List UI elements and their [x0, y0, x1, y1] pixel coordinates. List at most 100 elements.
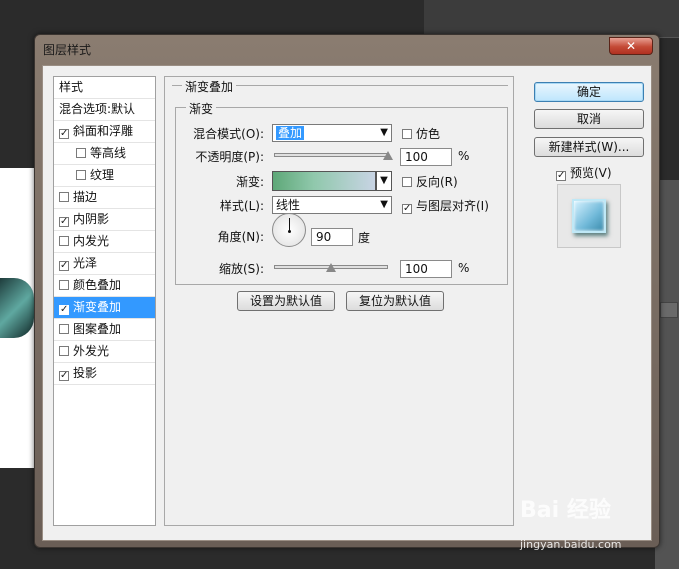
dither-label: 仿色 [416, 127, 441, 141]
checkbox-icon[interactable]: ✓ [59, 217, 69, 227]
dialog-titlebar[interactable]: 图层样式 ✕ [35, 35, 659, 63]
style-list-item[interactable]: 样式 [54, 77, 155, 99]
align-label: 与图层对齐(I) [416, 199, 489, 213]
opacity-label: 不透明度(P): [195, 150, 264, 164]
gradient-picker-button[interactable]: ▼ [376, 171, 392, 191]
angle-unit: 度 [358, 231, 371, 245]
app-toolbar-strip [424, 0, 679, 38]
style-list-item[interactable]: ✓ 斜面和浮雕 [54, 121, 155, 143]
make-default-button[interactable]: 设置为默认值 [237, 291, 335, 311]
blend-mode-select[interactable]: 叠加 ▼ [272, 124, 392, 142]
panel-scroll-button[interactable] [660, 302, 678, 318]
ok-button[interactable]: 确定 [534, 82, 644, 102]
checkbox-icon: ✓ [556, 170, 566, 181]
close-icon: ✕ [625, 39, 637, 53]
blend-mode-value: 叠加 [276, 126, 305, 140]
section-title: 渐变叠加 [182, 78, 237, 95]
style-list-item[interactable]: ✓ 光泽 [54, 253, 155, 275]
checkbox-icon [402, 129, 412, 139]
cancel-button[interactable]: 取消 [534, 109, 644, 129]
reset-default-button[interactable]: 复位为默认值 [346, 291, 444, 311]
style-list-item-label: 描边 [73, 190, 98, 204]
style-list-item-label: 光泽 [73, 256, 98, 270]
angle-label: 角度(N): [217, 230, 264, 244]
group-title: 渐变 [186, 100, 217, 117]
checkbox-icon: ✓ [402, 203, 412, 214]
style-list-item[interactable]: 纹理 [54, 165, 155, 187]
scale-input[interactable]: 100 [400, 260, 452, 278]
style-list-item-label: 纹理 [90, 168, 115, 182]
style-select[interactable]: 线性 ▼ [272, 196, 392, 214]
checkbox-icon[interactable]: ✓ [59, 261, 69, 271]
style-list-item-label: 颜色叠加 [73, 278, 122, 292]
style-list-item-label: 渐变叠加 [73, 300, 122, 314]
preview-label: 预览(V) [570, 166, 612, 180]
style-list-item[interactable]: 等高线 [54, 143, 155, 165]
style-list-item-label: 等高线 [90, 146, 127, 160]
new-style-button[interactable]: 新建样式(W)... [534, 137, 644, 157]
checkbox-icon[interactable] [76, 170, 86, 180]
checkbox-icon[interactable] [59, 280, 69, 290]
opacity-slider-thumb[interactable] [383, 151, 393, 160]
checkbox-icon[interactable]: ✓ [59, 305, 69, 315]
angle-dial[interactable] [272, 213, 306, 247]
style-preview [557, 184, 621, 248]
gradient-swatch[interactable] [272, 171, 376, 191]
checkbox-icon[interactable] [59, 324, 69, 334]
reverse-label: 反向(R) [416, 175, 458, 189]
opacity-slider[interactable] [274, 153, 388, 157]
canvas-artwork [0, 278, 34, 338]
chevron-down-icon: ▼ [380, 199, 388, 210]
scale-label: 缩放(S): [218, 262, 264, 276]
style-list-item[interactable]: ✓ 渐变叠加 [54, 297, 155, 319]
dither-checkbox[interactable]: 仿色 [402, 125, 440, 142]
chevron-down-icon: ▼ [380, 127, 388, 138]
gradient-overlay-panel: 渐变叠加 渐变 混合模式(O): 叠加 ▼ 仿色 不透明度(P): 100 % … [164, 76, 514, 526]
style-list-item[interactable]: 颜色叠加 [54, 275, 155, 297]
style-list-item[interactable]: 图案叠加 [54, 319, 155, 341]
preview-checkbox[interactable]: ✓ 预览(V) [556, 164, 612, 181]
style-list-item-label: 投影 [73, 366, 98, 380]
layer-style-dialog: 图层样式 ✕ 样式混合选项:默认 ✓ 斜面和浮雕等高线纹理描边 ✓ 内阴影内发光 ✓ 光泽颜… [34, 34, 660, 548]
chevron-down-icon: ▼ [380, 175, 388, 186]
opacity-input[interactable]: 100 [400, 148, 452, 166]
style-list-item[interactable]: ✓ 投影 [54, 363, 155, 385]
style-value: 线性 [276, 198, 301, 212]
align-with-layer-checkbox[interactable]: ✓ 与图层对齐(I) [402, 197, 489, 214]
opacity-unit: % [458, 149, 470, 163]
style-list-item[interactable]: 外发光 [54, 341, 155, 363]
angle-input[interactable]: 90 [311, 228, 353, 246]
style-list-item[interactable]: ✓ 内阴影 [54, 209, 155, 231]
preview-swatch [572, 199, 606, 233]
checkbox-icon[interactable]: ✓ [59, 129, 69, 139]
reverse-checkbox[interactable]: 反向(R) [402, 173, 458, 190]
blend-mode-label: 混合模式(O): [193, 127, 264, 141]
dialog-client-area: 样式 混合选项:默认 ✓ 斜面和浮雕 等高线 纹理 描边 ✓ 内阴影 内发光 ✓ 光泽 颜色叠加 ✓ 渐变叠… [42, 65, 652, 541]
style-list: 样式混合选项:默认 ✓ 斜面和浮雕等高线纹理描边 ✓ 内阴影内发光 ✓ 光泽颜色叠加 ✓ 渐变叠… [53, 76, 156, 526]
baidu-watermark: Bai 经验 [520, 498, 611, 523]
baidu-watermark-url: jingyan.baidu.com [520, 538, 622, 551]
style-list-item-label: 图案叠加 [73, 322, 122, 336]
style-list-item-label: 内发光 [73, 234, 110, 248]
style-list-item-label: 内阴影 [73, 212, 110, 226]
style-list-item[interactable]: 内发光 [54, 231, 155, 253]
style-list-item-label: 斜面和浮雕 [73, 124, 134, 138]
style-list-item[interactable]: 混合选项:默认 [54, 99, 155, 121]
close-button[interactable]: ✕ [609, 37, 653, 55]
scale-slider-thumb[interactable] [326, 263, 336, 272]
checkbox-icon[interactable] [59, 236, 69, 246]
style-list-item-label: 样式 [59, 80, 84, 94]
checkbox-icon [402, 177, 412, 187]
checkbox-icon[interactable] [76, 148, 86, 158]
gradient-label: 渐变: [235, 175, 264, 189]
style-list-item[interactable]: 描边 [54, 187, 155, 209]
style-label: 样式(L): [219, 199, 264, 213]
style-list-item-label: 外发光 [73, 344, 110, 358]
checkbox-icon[interactable] [59, 346, 69, 356]
angle-center [288, 230, 291, 233]
checkbox-icon[interactable] [59, 192, 69, 202]
style-list-item-label: 混合选项:默认 [59, 102, 136, 116]
dialog-title: 图层样式 [43, 43, 92, 57]
scale-unit: % [458, 261, 470, 275]
checkbox-icon[interactable]: ✓ [59, 371, 69, 381]
